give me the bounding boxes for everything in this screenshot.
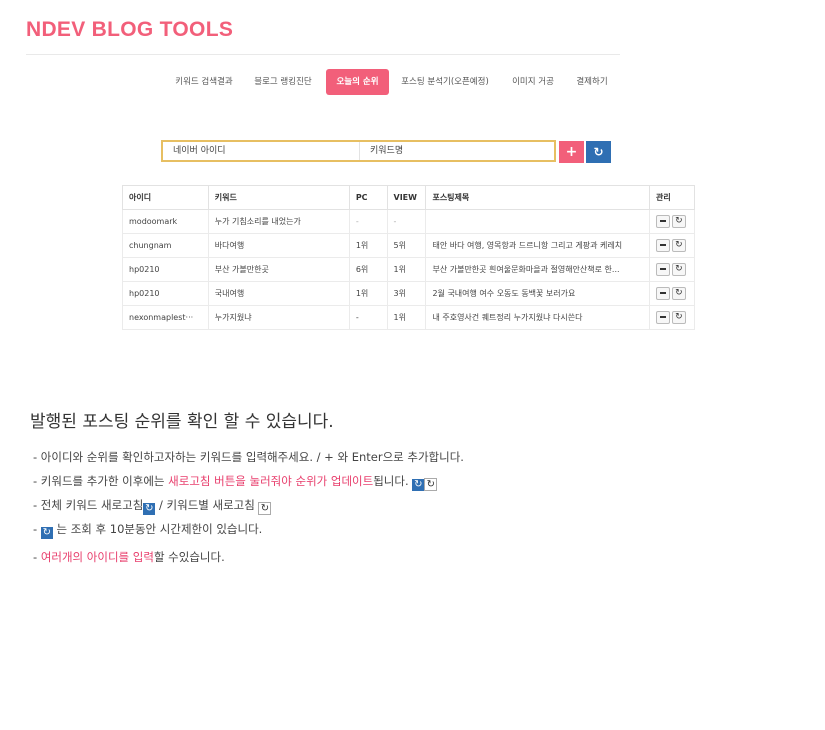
delete-row-button[interactable] xyxy=(655,239,670,252)
refresh-row-button[interactable]: ↻ xyxy=(671,287,686,300)
minus-icon xyxy=(659,219,666,222)
cell-view: - xyxy=(386,209,427,234)
rank-table: 아이디 키워드 PC VIEW 포스팅제목 관리 modoomark 누가 기침… xyxy=(122,185,696,330)
info-line-1: - 아이디와 순위를 확인하고자하는 키워드를 입력해주세요. / + 와 En… xyxy=(33,450,464,464)
cell-pc: - xyxy=(348,209,388,234)
col-header-manage: 관리 xyxy=(648,185,696,210)
info-text: - 전체 키워드 새로고침 xyxy=(33,498,144,512)
nav-item-payment[interactable]: 결제하기 xyxy=(572,69,612,95)
table-row: chungnam 바다여행 1위 5위 태안 바다 여행, 영목항과 드르니항 … xyxy=(122,233,696,258)
info-line-5: - 여러개의 아이디를 입력할 수있습니다. xyxy=(33,549,225,565)
col-header-view: VIEW xyxy=(386,185,427,210)
cell-manage: ↻ xyxy=(648,257,696,282)
info-line-2: - 키워드를 추가한 이후에는 새로고침 버튼을 눌러줘야 순위가 업데이트됩니… xyxy=(33,473,438,491)
cell-pc: 1위 xyxy=(348,281,388,306)
info-text: 할 수있습니다. xyxy=(153,550,225,564)
cell-pc: 1위 xyxy=(348,233,388,258)
cell-manage: ↻ xyxy=(648,281,696,306)
info-text: - 키워드를 추가한 이후에는 xyxy=(33,474,169,488)
info-highlight: 새로고침 버튼을 눌러줘야 순위가 업데이트 xyxy=(168,474,374,488)
cell-manage: ↻ xyxy=(648,305,696,330)
minus-icon xyxy=(659,291,666,294)
info-text: 는 조회 후 10분동안 시간제한이 있습니다. xyxy=(52,522,263,536)
naver-id-input[interactable] xyxy=(163,142,360,160)
keyword-input[interactable] xyxy=(360,142,554,160)
cell-view: 3위 xyxy=(386,281,427,306)
info-text: - xyxy=(33,522,41,536)
refresh-row-icon: ↻ xyxy=(258,502,272,515)
cell-view: 5위 xyxy=(386,233,427,258)
cell-title xyxy=(425,209,650,234)
col-header-id: 아이디 xyxy=(122,185,209,210)
col-header-pc: PC xyxy=(348,185,388,210)
cell-manage: ↻ xyxy=(648,209,696,234)
cell-keyword: 국내여행 xyxy=(207,281,350,306)
minus-icon xyxy=(659,267,666,270)
nav-item-image[interactable]: 이미지 거공 xyxy=(508,69,558,95)
table-header-row: 아이디 키워드 PC VIEW 포스팅제목 관리 xyxy=(122,185,696,210)
info-title: 발행된 포스팅 순위를 확인 할 수 있습니다. xyxy=(30,412,334,432)
cell-keyword: 누가지웠냐 xyxy=(207,305,350,330)
delete-row-button[interactable] xyxy=(655,215,670,228)
col-header-title: 포스팅제목 xyxy=(425,185,650,210)
delete-row-button[interactable] xyxy=(655,263,670,276)
cell-manage: ↻ xyxy=(648,233,696,258)
info-highlight: 여러개의 아이디를 입력 xyxy=(40,550,154,564)
table-row: nexonmaplest··· 누가지웠냐 - 1위 내 주호영사건 퀘트정리 … xyxy=(122,305,696,330)
minus-icon xyxy=(659,243,666,246)
refresh-row-button[interactable]: ↻ xyxy=(671,263,686,276)
nav-item-keyword-search[interactable]: 키워드 검색결과 xyxy=(172,69,236,95)
cell-id: hp0210 xyxy=(122,281,209,306)
refresh-all-icon: ↻ xyxy=(412,479,425,491)
info-text: - xyxy=(33,550,41,564)
minus-icon xyxy=(659,315,666,318)
cell-id: nexonmaplest··· xyxy=(122,305,209,330)
delete-row-button[interactable] xyxy=(655,287,670,300)
refresh-row-button[interactable]: ↻ xyxy=(671,239,686,252)
cell-id: modoomark xyxy=(122,209,209,234)
refresh-row-button[interactable]: ↻ xyxy=(671,311,686,324)
app-logo: NDEV BLOG TOOLS xyxy=(26,18,234,41)
info-line-3: - 전체 키워드 새로고침 ↻ / 키워드별 새로고침 ↻ xyxy=(33,497,272,515)
col-header-keyword: 키워드 xyxy=(207,185,350,210)
cell-keyword: 부산 가볼만한곳 xyxy=(207,257,350,282)
info-text: / 키워드별 새로고침 xyxy=(155,498,259,512)
cell-id: chungnam xyxy=(122,233,209,258)
refresh-row-icon: ↻ xyxy=(424,478,438,491)
table-row: hp0210 부산 가볼만한곳 6위 1위 부산 가볼만한곳 흰여울문화마을과 … xyxy=(122,257,696,282)
nav-item-blog-ranking[interactable]: 블로그 랭킹진단 xyxy=(252,69,314,95)
cell-pc: 6위 xyxy=(348,257,388,282)
table-row: modoomark 누가 기침소리를 내었는가 - - ↻ xyxy=(122,209,696,234)
cell-view: 1위 xyxy=(386,257,427,282)
cell-pc: - xyxy=(348,305,388,330)
cell-view: 1위 xyxy=(386,305,427,330)
nav-item-today-rank[interactable]: 오늘의 순위 xyxy=(326,69,389,95)
info-text: 됩니다. xyxy=(373,474,409,488)
cell-title: 2월 국내여행 여수 오동도 동백꽃 보러가요 xyxy=(425,281,650,306)
add-button[interactable]: + xyxy=(559,141,584,163)
nav-item-posting-analyzer[interactable]: 포스팅 분석기(오픈예정) xyxy=(398,69,492,95)
cell-keyword: 바다여행 xyxy=(207,233,350,258)
search-form xyxy=(161,140,556,162)
refresh-all-button[interactable]: ↻ xyxy=(586,141,611,163)
cell-keyword: 누가 기침소리를 내었는가 xyxy=(207,209,350,234)
cell-id: hp0210 xyxy=(122,257,209,282)
info-line-4: - ↻ 는 조회 후 10분동안 시간제한이 있습니다. xyxy=(33,521,262,539)
main-nav: 키워드 검색결과 블로그 랭킹진단 오늘의 순위 포스팅 분석기(오픈예정) 이… xyxy=(160,69,630,95)
refresh-row-button[interactable]: ↻ xyxy=(671,215,686,228)
cell-title: 태안 바다 여행, 영목항과 드르니항 그리고 게팡과 케레치 xyxy=(425,233,650,258)
header-divider xyxy=(26,54,620,55)
table-row: hp0210 국내여행 1위 3위 2월 국내여행 여수 오동도 동백꽃 보러가… xyxy=(122,281,696,306)
refresh-all-icon: ↻ xyxy=(40,527,53,539)
refresh-all-icon: ↻ xyxy=(143,503,156,515)
cell-title: 부산 가볼만한곳 흰여울문화마을과 절영해안산책로 한... xyxy=(425,257,650,282)
cell-title: 내 주호영사건 퀘트정리 누가지웠냐 다시쓴다 xyxy=(425,305,650,330)
delete-row-button[interactable] xyxy=(655,311,670,324)
